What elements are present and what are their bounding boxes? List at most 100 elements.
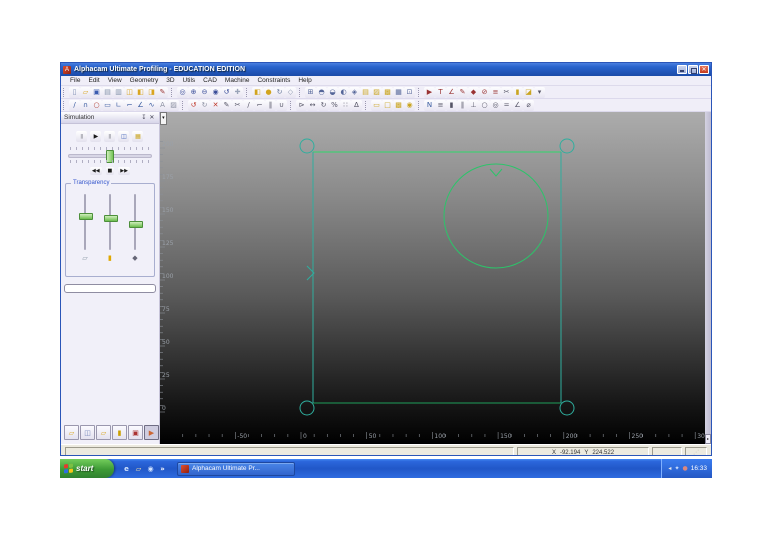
operations-tab[interactable]: ▮	[112, 425, 127, 440]
stop-button[interactable]: ■	[105, 167, 115, 175]
menu-edit[interactable]: Edit	[84, 77, 103, 84]
view-side-icon[interactable]: ◐	[338, 86, 349, 98]
flatland-icon[interactable]: ▤	[360, 86, 371, 98]
tool-transparency-handle[interactable]	[103, 215, 118, 223]
fillet-icon[interactable]: ⌐	[124, 99, 135, 111]
menu-machine[interactable]: Machine	[221, 77, 254, 84]
lead-in-out-icon[interactable]: ∠	[446, 86, 457, 98]
line-icon[interactable]: /	[69, 99, 80, 111]
pause-button[interactable]: ▮	[104, 131, 116, 142]
equal-constraint-icon[interactable]: =	[501, 99, 512, 111]
angle-constraint-icon[interactable]: ∠	[512, 99, 523, 111]
concentric-constraint-icon[interactable]: ◎	[490, 99, 501, 111]
tangent-constraint-icon[interactable]: ○	[479, 99, 490, 111]
scroll-right-icon[interactable]: ▸	[705, 434, 711, 444]
view-front-icon[interactable]: ◒	[327, 86, 338, 98]
island-icon[interactable]: ◉	[404, 99, 415, 111]
step-back-button[interactable]: ▮	[76, 131, 88, 142]
tool-transparency-slider[interactable]	[103, 194, 118, 250]
project-manager-tab[interactable]: ▱	[64, 425, 79, 440]
machining-order-icon[interactable]: ≡	[490, 86, 501, 98]
circle-icon[interactable]: ○	[91, 99, 102, 111]
parallel-icon[interactable]: ∥	[265, 99, 276, 111]
close-button[interactable]	[699, 65, 709, 74]
mirror-icon[interactable]: ⊳	[296, 99, 307, 111]
antivirus-icon[interactable]: ●	[682, 465, 687, 472]
polyline-icon[interactable]: ∟	[113, 99, 124, 111]
simulation-tab[interactable]: ▶	[144, 425, 159, 440]
array-icon[interactable]: ∷	[340, 99, 351, 111]
measure-icon[interactable]: ∆	[351, 99, 362, 111]
tools-tab[interactable]: ▣	[128, 425, 143, 440]
menu-geometry[interactable]: Geometry	[126, 77, 163, 84]
auto-constrain-icon[interactable]: N	[424, 99, 435, 111]
post-process-icon[interactable]: ◪	[523, 86, 534, 98]
feed-speed-icon[interactable]: ◆	[468, 86, 479, 98]
simulate-icon[interactable]: ▮	[512, 86, 523, 98]
rotate-3d-icon[interactable]: ↻	[274, 86, 285, 98]
rectangle-icon[interactable]: ▭	[102, 99, 113, 111]
grid-icon[interactable]: ▦	[393, 86, 404, 98]
drawings-tab[interactable]: ◫	[80, 425, 95, 440]
toolpath-edit-icon[interactable]: ✎	[457, 86, 468, 98]
scale-icon[interactable]: %	[329, 99, 340, 111]
title-bar[interactable]: A Alphacam Ultimate Profiling - EDUCATIO…	[61, 63, 711, 76]
sim-settings-button[interactable]: ◫	[118, 131, 130, 142]
ruler-scroll-button[interactable]: ▾	[159, 112, 167, 125]
solid-view-icon[interactable]: ◧	[252, 86, 263, 98]
menu-view[interactable]: View	[104, 77, 126, 84]
print-preview-icon[interactable]: ▥	[113, 86, 124, 98]
tool-library-icon[interactable]: T	[435, 86, 446, 98]
work-plane-icon[interactable]: ⊞	[305, 86, 316, 98]
print-icon[interactable]: ▤	[102, 86, 113, 98]
horizontal-constraint-icon[interactable]: ≡	[435, 99, 446, 111]
task-button-alphacam[interactable]: Alphacam Ultimate Pr...	[177, 461, 295, 476]
trim-icon[interactable]: ✂	[232, 99, 243, 111]
pocket-icon[interactable]: ▩	[393, 99, 404, 111]
delete-icon[interactable]: ✕	[210, 99, 221, 111]
internet-explorer-icon[interactable]: e	[122, 464, 131, 473]
shaded-view-icon[interactable]: ●	[263, 86, 274, 98]
rapid-moves-icon[interactable]: ⊘	[479, 86, 490, 98]
menu-file[interactable]: File	[66, 77, 84, 84]
start-button[interactable]: start	[60, 459, 114, 478]
show-desktop-icon[interactable]: ▱	[134, 464, 143, 473]
new-file-icon[interactable]: ▯	[69, 86, 80, 98]
snap-icon[interactable]: ⊡	[404, 86, 415, 98]
rotate-icon[interactable]: ↻	[318, 99, 329, 111]
messenger-icon[interactable]: ✦	[674, 465, 679, 472]
minimize-button[interactable]	[677, 65, 687, 74]
contour-detect-icon[interactable]: □	[382, 99, 393, 111]
save-file-icon[interactable]: ▣	[91, 86, 102, 98]
z-contour-icon[interactable]: ▩	[382, 86, 393, 98]
wireframe-view-icon[interactable]: ◇	[285, 86, 296, 98]
media-player-icon[interactable]: ◉	[146, 464, 155, 473]
drawing-canvas[interactable]: -500501001502002503002001751501251007550…	[159, 112, 706, 444]
chamfer-icon[interactable]: ∠	[135, 99, 146, 111]
spline-icon[interactable]: ∿	[146, 99, 157, 111]
close-panel-icon[interactable]: ✕	[148, 114, 156, 121]
play-button[interactable]: ▶	[90, 131, 102, 142]
menu-cad[interactable]: CAD	[199, 77, 221, 84]
select-tool-icon[interactable]: ▶	[424, 86, 435, 98]
hide-notifications-icon[interactable]: ◂	[668, 465, 671, 472]
maximize-button[interactable]	[688, 65, 698, 74]
redo-icon[interactable]: ↻	[199, 99, 210, 111]
pin-icon[interactable]: ↧	[140, 114, 148, 121]
text-icon[interactable]: A	[157, 99, 168, 111]
diameter-constraint-icon[interactable]: ⌀	[523, 99, 534, 111]
window-arrange-icon[interactable]: ◨	[146, 86, 157, 98]
undo-icon[interactable]: ↺	[188, 99, 199, 111]
output-nc-icon[interactable]: ▾	[534, 86, 545, 98]
hatch-icon[interactable]: ▨	[168, 99, 179, 111]
perpendicular-constraint-icon[interactable]: ⊥	[468, 99, 479, 111]
join-icon[interactable]: ∪	[276, 99, 287, 111]
pan-icon[interactable]: ✚	[232, 86, 243, 98]
zoom-previous-icon[interactable]: ↺	[221, 86, 232, 98]
quick-edit-icon[interactable]: ✎	[157, 86, 168, 98]
zoom-out-icon[interactable]: ⊖	[199, 86, 210, 98]
view-top-icon[interactable]: ◓	[316, 86, 327, 98]
cascade-windows-icon[interactable]: ◧	[135, 86, 146, 98]
parallel-constraint-icon[interactable]: ∥	[457, 99, 468, 111]
view-iso-icon[interactable]: ◈	[349, 86, 360, 98]
